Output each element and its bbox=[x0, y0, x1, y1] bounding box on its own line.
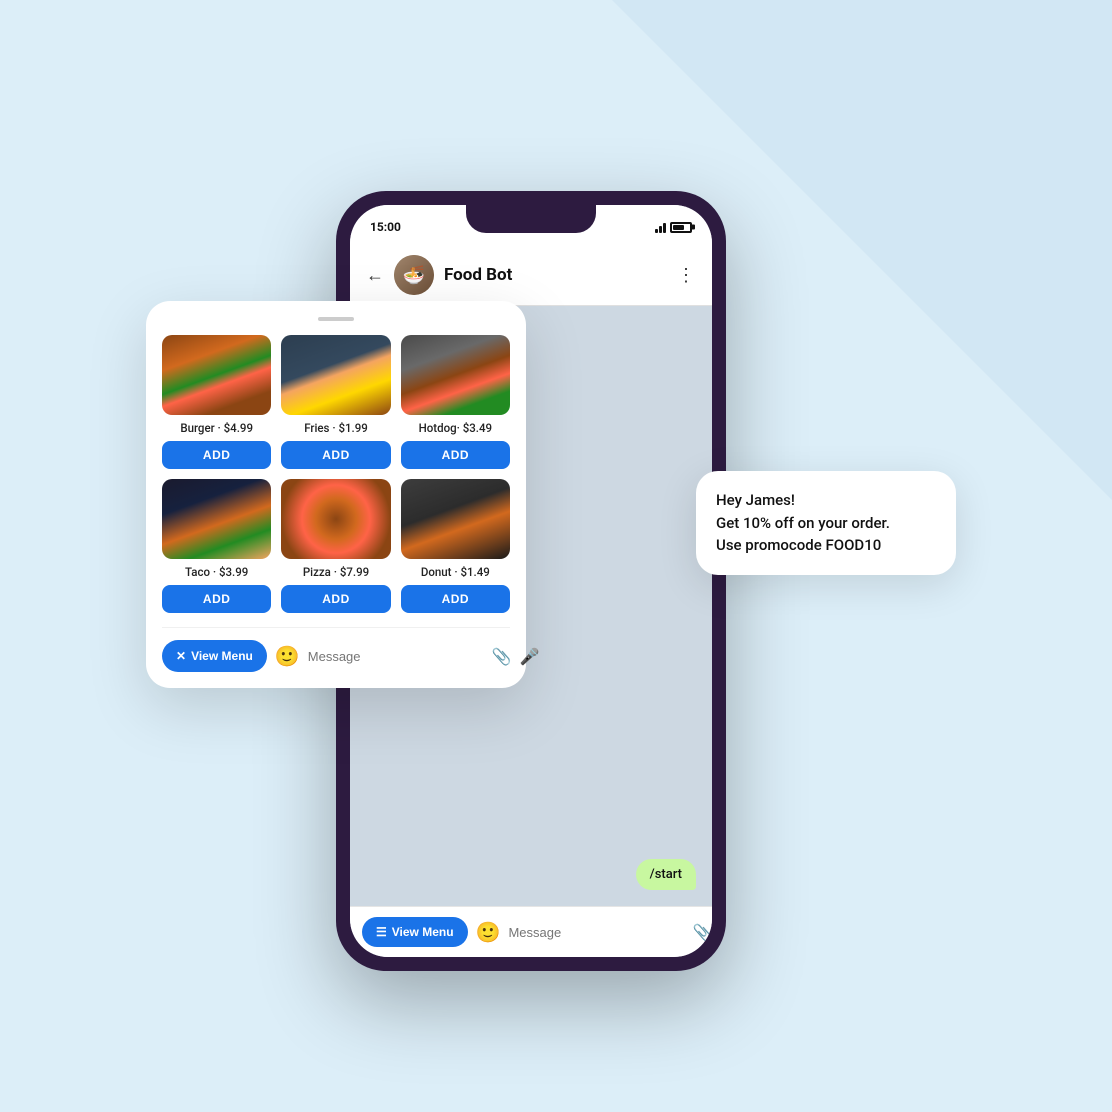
chat-input-area: ☰ View Menu 🙂 📎 🎤 bbox=[350, 906, 712, 957]
food-item-burger: Burger · $4.99 ADD bbox=[162, 335, 271, 469]
food-label-burger: Burger · $4.99 bbox=[180, 421, 253, 435]
food-image-burger bbox=[162, 335, 271, 415]
attachment-icon[interactable]: 📎 bbox=[692, 923, 712, 942]
card-view-menu-button[interactable]: ✕ View Menu bbox=[162, 640, 267, 672]
card-emoji-icon[interactable]: 🙂 bbox=[275, 644, 300, 668]
card-microphone-icon[interactable]: 🎤 bbox=[520, 647, 540, 666]
signal-icon bbox=[655, 221, 666, 233]
add-fries-button[interactable]: ADD bbox=[281, 441, 390, 469]
card-attachment-icon[interactable]: 📎 bbox=[492, 647, 512, 666]
status-icons bbox=[655, 221, 692, 233]
card-message-input[interactable] bbox=[308, 649, 484, 664]
food-label-fries: Fries · $1.99 bbox=[304, 421, 368, 435]
promo-text: Hey James! Get 10% off on your order. Us… bbox=[716, 489, 936, 557]
food-item-fries: Fries · $1.99 ADD bbox=[281, 335, 390, 469]
menu-icon: ☰ bbox=[376, 925, 387, 939]
signal-bar-2 bbox=[659, 226, 662, 233]
add-hotdog-button[interactable]: ADD bbox=[401, 441, 510, 469]
add-pizza-button[interactable]: ADD bbox=[281, 585, 390, 613]
food-item-hotdog: Hotdog· $3.49 ADD bbox=[401, 335, 510, 469]
food-image-donut bbox=[401, 479, 510, 559]
back-button[interactable]: ← bbox=[366, 265, 384, 286]
food-label-pizza: Pizza · $7.99 bbox=[303, 565, 369, 579]
food-image-hotdog bbox=[401, 335, 510, 415]
food-item-taco: Taco · $3.99 ADD bbox=[162, 479, 271, 613]
add-donut-button[interactable]: ADD bbox=[401, 585, 510, 613]
scene-container: 15:00 ← 🍜 Food Bot bbox=[176, 131, 936, 981]
food-item-donut: Donut · $1.49 ADD bbox=[401, 479, 510, 613]
food-image-fries bbox=[281, 335, 390, 415]
view-menu-button[interactable]: ☰ View Menu bbox=[362, 917, 468, 947]
food-grid: Burger · $4.99 ADD Fries · $1.99 ADD Hot… bbox=[162, 335, 510, 613]
view-menu-label: View Menu bbox=[392, 925, 454, 939]
battery-fill bbox=[673, 225, 684, 230]
food-label-donut: Donut · $1.49 bbox=[421, 565, 490, 579]
food-image-pizza bbox=[281, 479, 390, 559]
more-options-button[interactable]: ⋮ bbox=[677, 265, 696, 286]
message-input[interactable] bbox=[508, 925, 684, 940]
avatar: 🍜 bbox=[394, 255, 434, 295]
signal-bar-3 bbox=[663, 223, 666, 233]
add-taco-button[interactable]: ADD bbox=[162, 585, 271, 613]
promo-bubble: Hey James! Get 10% off on your order. Us… bbox=[696, 471, 956, 575]
x-icon: ✕ bbox=[176, 649, 186, 663]
user-message-bubble: /start bbox=[636, 859, 696, 890]
food-label-hotdog: Hotdog· $3.49 bbox=[419, 421, 493, 435]
promo-line1: Hey James! bbox=[716, 491, 795, 509]
status-time: 15:00 bbox=[370, 220, 401, 234]
phone-notch bbox=[466, 205, 596, 233]
battery-icon bbox=[670, 222, 692, 233]
food-image-taco bbox=[162, 479, 271, 559]
emoji-icon[interactable]: 🙂 bbox=[476, 920, 501, 944]
promo-line3: Use promocode FOOD10 bbox=[716, 536, 881, 554]
signal-bar-1 bbox=[655, 229, 658, 233]
card-view-menu-label: View Menu bbox=[191, 649, 253, 663]
card-handle bbox=[318, 317, 354, 321]
add-burger-button[interactable]: ADD bbox=[162, 441, 271, 469]
floating-food-card: Burger · $4.99 ADD Fries · $1.99 ADD Hot… bbox=[146, 301, 526, 688]
chat-header: ← 🍜 Food Bot ⋮ bbox=[350, 245, 712, 306]
food-item-pizza: Pizza · $7.99 ADD bbox=[281, 479, 390, 613]
food-label-taco: Taco · $3.99 bbox=[185, 565, 248, 579]
avatar-image: 🍜 bbox=[394, 255, 434, 295]
bot-name: Food Bot bbox=[444, 265, 667, 285]
promo-line2: Get 10% off on your order. bbox=[716, 514, 890, 532]
card-input-area: ✕ View Menu 🙂 📎 🎤 bbox=[162, 627, 510, 672]
